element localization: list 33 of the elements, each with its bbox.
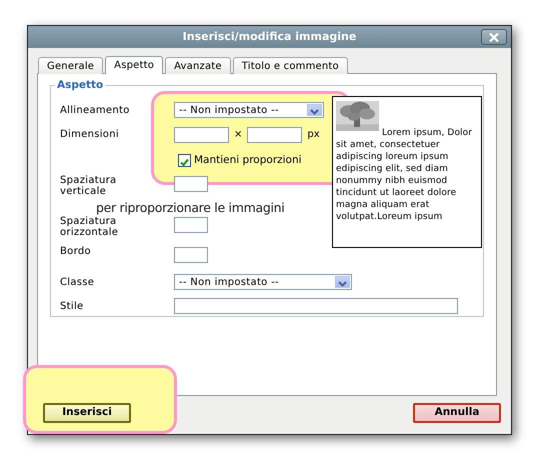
text-field[interactable] xyxy=(174,298,458,314)
text-field[interactable] xyxy=(174,247,208,263)
select-field[interactable]: -- Non impostato -- xyxy=(174,102,324,118)
select-value: -- Non impostato -- xyxy=(179,104,279,118)
field-label: Spaziatura orizzontale xyxy=(60,216,120,238)
field-label: Bordo xyxy=(60,246,91,257)
insert-button[interactable]: Inserisci xyxy=(43,403,131,423)
cancel-button[interactable]: Annulla xyxy=(413,403,501,423)
tab[interactable]: Aspetto xyxy=(105,56,164,74)
field-label: Dimensioni xyxy=(60,129,119,140)
window-title: Inserisci/modifica immagine xyxy=(182,28,356,45)
checkbox[interactable] xyxy=(178,154,191,167)
text-field[interactable] xyxy=(174,217,208,233)
height-field[interactable] xyxy=(247,126,302,142)
text-field[interactable] xyxy=(174,176,208,192)
checkbox-label: Mantieni proporzioni xyxy=(194,152,302,168)
tree-image xyxy=(336,101,379,131)
select-value: -- Non impostato -- xyxy=(179,276,279,290)
close-button[interactable] xyxy=(481,29,507,45)
close-icon xyxy=(489,32,499,42)
field-label: Spaziatura verticale xyxy=(60,175,118,197)
times-sign: × xyxy=(234,128,242,142)
select-field[interactable]: -- Non impostato -- xyxy=(174,274,352,290)
field-label: Stile xyxy=(60,300,84,312)
preview-text: Lorem ipsum, Dolor sit amet, consectetuer adipiscing loreum ipsum edipiscing elit, sed diam nonummy nibh euismod tincidunt ut laoreet dolore magna aliquam erat volutpat.Loreum ipsum xyxy=(336,127,474,223)
unit-label: px xyxy=(307,128,320,142)
tab[interactable]: Avanzate xyxy=(165,57,231,74)
field-label: Allineamento xyxy=(60,104,130,116)
annotation-text: per riproporzionare le immagini xyxy=(96,202,284,214)
field-label: Classe xyxy=(60,276,94,288)
width-field[interactable] xyxy=(174,126,229,142)
tab[interactable]: Generale xyxy=(38,57,104,74)
tab[interactable]: Titolo e commento xyxy=(232,57,348,74)
